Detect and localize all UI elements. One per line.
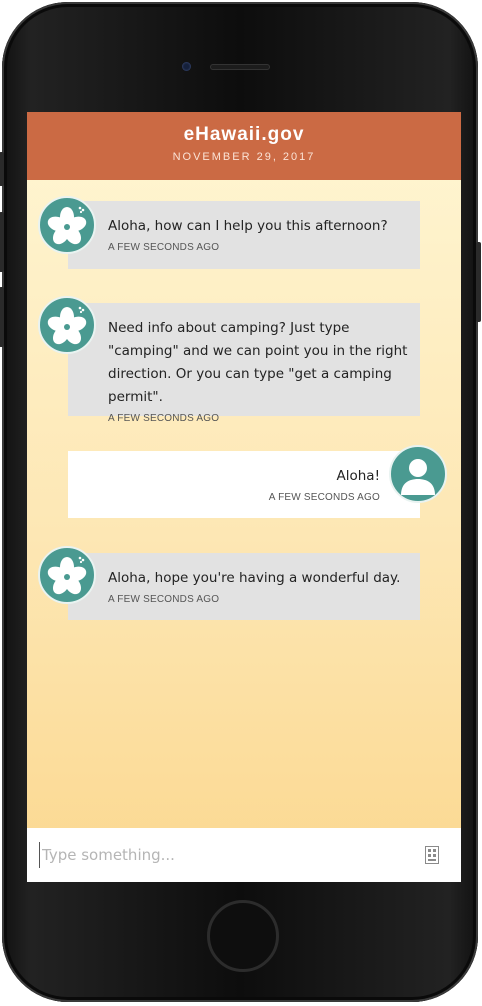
bot-avatar [38,296,96,354]
chat-screen: eHawaii.gov NOVEMBER 29, 2017 Aloha, how… [27,112,461,882]
message-text: Aloha! [336,468,381,484]
chat-message: Aloha, hope you're having a wonderful da… [68,553,420,620]
power-button [476,242,481,322]
message-timestamp: A FEW SECONDS AGO [268,492,380,503]
user-avatar [389,445,447,503]
message-text: Aloha, hope you're having a wonderful da… [108,570,401,586]
hibiscus-icon [47,556,87,595]
bot-avatar [38,196,96,254]
home-button[interactable] [207,900,279,972]
hibiscus-icon [47,306,87,345]
conversation-date: NOVEMBER 29, 2017 [172,151,316,163]
front-camera [182,62,191,71]
chat-message: Need info about camping? Just type "camp… [68,303,420,424]
message-text: Aloha, how can I help you this afternoon… [108,218,388,234]
message-composer [27,828,461,882]
message-input[interactable] [39,842,412,868]
bot-avatar [38,546,96,604]
message-timestamp: A FEW SECONDS AGO [108,413,220,424]
app-title: eHawaii.gov [183,124,305,145]
hibiscus-icon [47,206,87,245]
message-timestamp: A FEW SECONDS AGO [108,594,220,605]
chat-header: eHawaii.gov NOVEMBER 29, 2017 [27,112,461,180]
message-text: Need info about camping? Just type "camp… [108,320,408,405]
keyboard-icon[interactable] [425,846,439,864]
volume-up-button [0,212,4,272]
chat-message: Aloha! A FEW SECONDS AGO [68,451,420,518]
message-timestamp: A FEW SECONDS AGO [108,242,220,253]
user-silhouette-icon [401,459,435,495]
chat-message: Aloha, how can I help you this afternoon… [68,201,420,269]
earpiece-speaker [210,64,270,70]
volume-down-button [0,287,4,347]
mute-switch [0,152,4,186]
